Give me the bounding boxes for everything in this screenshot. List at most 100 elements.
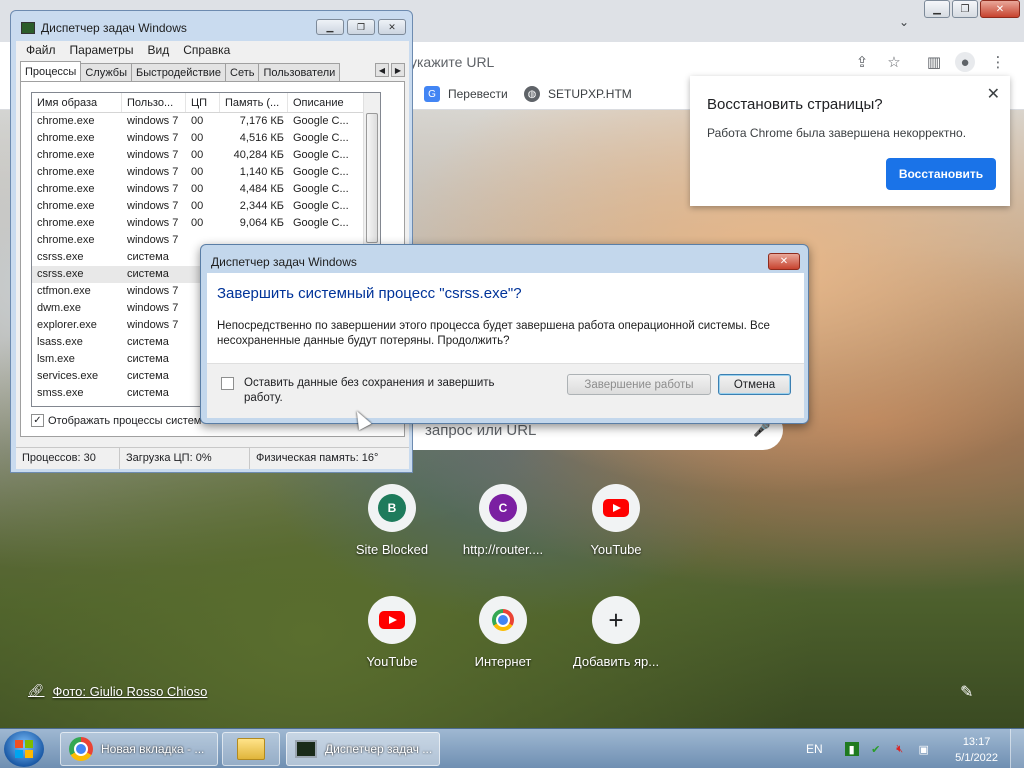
column-cpu[interactable]: ЦП [186,93,220,112]
shortcut-tile[interactable]: Интернет [447,596,559,669]
menu-bar: Файл Параметры Вид Справка [16,41,409,59]
tab-search-icon[interactable]: ⌄ [896,14,912,30]
process-image-name: lsass.exe [37,336,83,348]
network-icon[interactable]: ▮ [844,742,859,756]
table-row[interactable]: chrome.exe windows 7 00 2,344 КБ Google C... [32,198,380,215]
process-description: Google C... [293,183,349,195]
bookmark-setupxp[interactable]: ◍ SETUPXP.HTM [524,86,632,102]
process-image-name: chrome.exe [37,166,95,178]
volume-muted-icon[interactable]: 🔇︎ [893,742,907,756]
taskbar-item-chrome[interactable]: Новая вкладка - ... [60,732,218,766]
process-image-name: ctfmon.exe [37,285,91,297]
profile-avatar-icon[interactable]: ● [955,52,975,72]
table-row[interactable]: chrome.exe windows 7 00 4,484 КБ Google C... [32,181,380,198]
shortcut-tile[interactable]: B Site Blocked [336,484,448,557]
menu-view[interactable]: Вид [147,43,169,57]
side-panel-icon[interactable]: ▥ [924,52,944,72]
language-indicator[interactable]: EN [806,742,823,756]
column-image-name[interactable]: Имя образа [32,93,122,112]
table-row[interactable]: chrome.exe windows 7 00 4,516 КБ Google C... [32,130,380,147]
process-memory: 4,484 КБ [239,183,284,195]
close-button[interactable]: ✕ [378,19,406,35]
maximize-button[interactable]: ❐ [952,0,978,18]
bookmark-translate[interactable]: G Перевести [424,86,508,102]
end-process-dialog: Диспетчер задач Windows ✕ Завершить сист… [200,244,809,424]
tab-services[interactable]: Службы [80,63,133,81]
tab-network[interactable]: Сеть [225,63,260,81]
system-tray: EN ▮ ✔ 🔇︎ ▣ [806,729,931,768]
task-manager-icon [21,22,35,34]
tab-performance[interactable]: Быстродействие [131,63,227,81]
checkbox-unchecked-icon [221,377,234,390]
action-center-icon[interactable]: ✔ [869,742,883,756]
process-memory: 1,140 КБ [239,166,284,178]
shortcut-tile[interactable]: C http://router.... [447,484,559,557]
process-user: windows 7 [127,217,179,229]
close-button[interactable]: ✕ [768,253,800,270]
restore-title: Восстановить страницы? [707,96,883,113]
customize-pencil-icon[interactable]: ✎ [960,682,973,702]
table-row[interactable]: chrome.exe windows 7 00 9,064 КБ Google C... [32,215,380,232]
column-description[interactable]: Описание [288,93,364,112]
column-memory[interactable]: Память (... [220,93,288,112]
globe-icon: ◍ [524,86,540,102]
process-description: Google C... [293,217,349,229]
start-button[interactable] [4,731,44,767]
menu-help[interactable]: Справка [183,43,230,57]
chevron-right-icon[interactable]: ▶ [391,63,405,77]
process-description: Google C... [293,166,349,178]
clock-time: 13:17 [962,736,991,748]
process-user: windows 7 [127,166,179,178]
add-shortcut-tile[interactable]: + Добавить яр... [560,596,672,669]
minimize-button[interactable]: ▁ [924,0,950,18]
menu-options[interactable]: Параметры [70,43,134,57]
process-user: windows 7 [127,302,179,314]
bookmark-star-icon[interactable]: ☆ [884,52,904,72]
restore-button[interactable]: Восстановить [886,158,996,190]
table-row[interactable]: chrome.exe windows 7 00 1,140 КБ Google C... [32,164,380,181]
status-bar: Процессов: 30 Загрузка ЦП: 0% Физическая… [16,447,409,469]
cancel-button[interactable]: Отмена [718,374,791,395]
close-button[interactable]: ✕ [980,0,1020,18]
abandon-data-checkbox[interactable]: Оставить данные без сохранения и заверши… [221,376,521,406]
process-cpu: 00 [191,200,204,212]
tile-label: http://router.... [462,542,544,557]
column-user[interactable]: Пользо... [122,93,186,112]
shortcut-tile[interactable]: YouTube [336,596,448,669]
table-row[interactable]: chrome.exe windows 7 00 7,176 КБ Google C... [32,113,380,130]
clock[interactable]: 13:17 5/1/2022 [955,734,998,766]
tab-users[interactable]: Пользователи [258,63,341,81]
display-icon[interactable]: ▣ [917,742,931,756]
minimize-button[interactable]: ▁ [316,19,344,35]
process-memory: 9,064 КБ [239,217,284,229]
omnibox[interactable]: укажите URL [410,54,494,70]
shortcut-tile[interactable]: YouTube [560,484,672,557]
process-user: windows 7 [127,115,179,127]
scrollbar-thumb[interactable] [366,113,378,243]
menu-file[interactable]: Файл [26,43,56,57]
taskbar-item-explorer[interactable] [222,732,280,766]
youtube-icon [603,499,629,517]
photo-credit-link[interactable]: 🔗︎ Фото: Giulio Rosso Chioso [28,683,207,699]
close-icon[interactable]: ✕ [987,84,1000,104]
youtube-icon [379,611,405,629]
process-memory: 4,516 КБ [239,132,284,144]
table-row[interactable]: chrome.exe windows 7 00 40,284 КБ Google C..… [32,147,380,164]
process-user: windows 7 [127,234,179,246]
process-image-name: dwm.exe [37,302,82,314]
maximize-button[interactable]: ❐ [347,19,375,35]
process-image-name: explorer.exe [37,319,97,331]
show-desktop-button[interactable] [1010,729,1024,768]
show-all-processes-checkbox[interactable]: ✓ Отображать процессы систем [31,414,201,427]
chevron-left-icon[interactable]: ◀ [375,63,389,77]
tile-icon-wrapper: B [368,484,416,532]
share-icon[interactable]: ⇪ [852,52,872,72]
taskbar-item-task-manager[interactable]: Диспетчер задач ... [286,732,440,766]
shutdown-button[interactable]: Завершение работы [567,374,711,395]
letter-c-icon: C [489,494,517,522]
status-cpu: Загрузка ЦП: 0% [120,448,250,469]
menu-kebab-icon[interactable]: ⋮ [988,52,1008,72]
tab-processes[interactable]: Процессы [20,61,82,81]
tile-icon-wrapper: + [592,596,640,644]
tile-label: YouTube [366,654,418,669]
